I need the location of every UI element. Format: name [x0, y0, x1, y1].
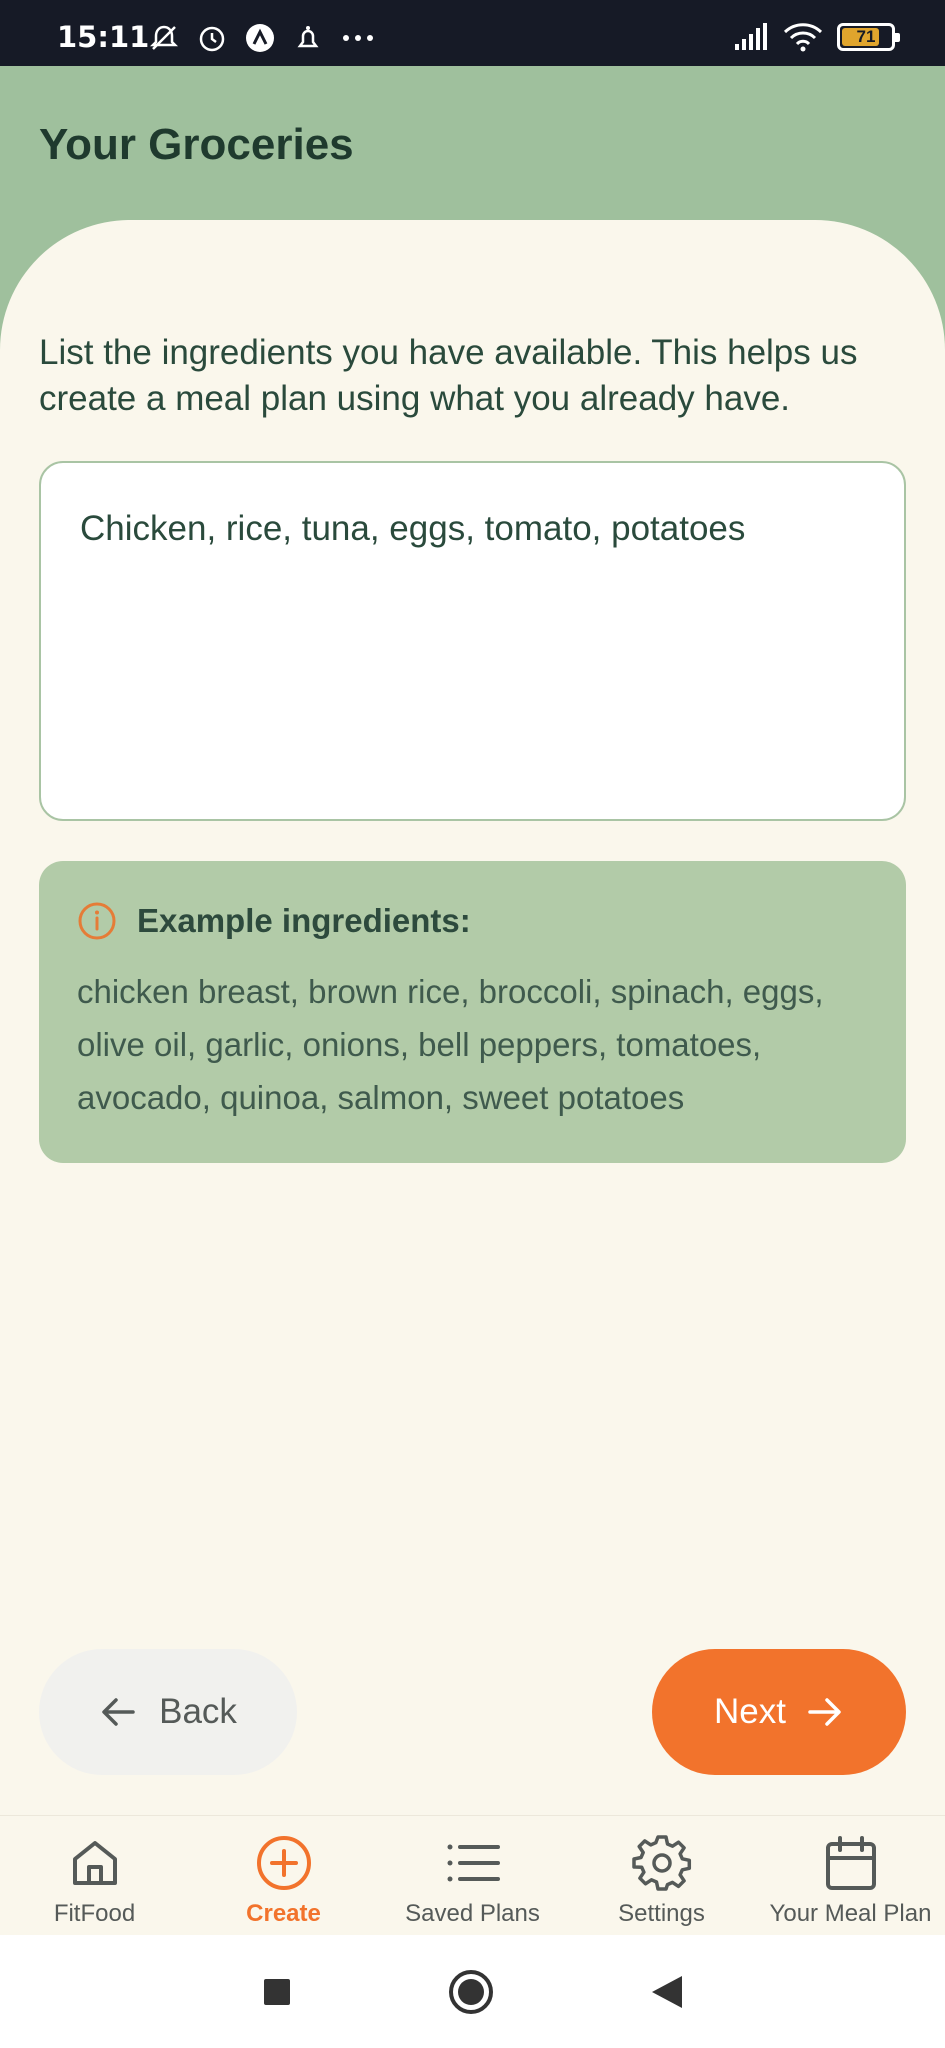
- signal-icon: [735, 23, 767, 50]
- arrow-right-icon: [808, 1698, 841, 1726]
- alarm-icon: [199, 26, 225, 52]
- home-circle-icon[interactable]: [447, 1968, 495, 2016]
- battery-level: 71: [856, 27, 876, 46]
- gear-icon: [631, 1835, 691, 1891]
- nav-label-settings: Settings: [618, 1900, 705, 1927]
- bell-muted-icon: [149, 25, 179, 50]
- status-icons-left: [148, 22, 376, 54]
- nav-item-your-meal-plan[interactable]: Your Meal Plan: [756, 1816, 945, 1936]
- plus-circle-icon: [256, 1836, 311, 1890]
- back-triangle-icon[interactable]: [650, 1974, 684, 2010]
- system-nav-bar: [0, 1935, 945, 2048]
- nav-item-create[interactable]: Create: [189, 1816, 378, 1936]
- example-text: chicken breast, brown rice, broccoli, sp…: [77, 973, 824, 1116]
- ingredients-input[interactable]: Chicken, rice, tuna, eggs, tomato, potat…: [39, 461, 906, 821]
- nav-label-create: Create: [246, 1900, 321, 1927]
- more-icon: [343, 35, 373, 41]
- info-icon: [78, 902, 116, 940]
- next-button[interactable]: Next: [652, 1649, 906, 1775]
- page-title: Your Groceries: [39, 120, 354, 169]
- nav-item-fitfood[interactable]: FitFood: [0, 1816, 189, 1936]
- battery-icon: 71: [837, 23, 900, 51]
- nav-label-saved-plans: Saved Plans: [405, 1900, 540, 1927]
- nav-item-settings[interactable]: Settings: [567, 1816, 756, 1936]
- nav-item-saved-plans[interactable]: Saved Plans: [378, 1816, 567, 1936]
- arrow-left-icon: [102, 1698, 135, 1726]
- reminder-icon: [297, 26, 319, 48]
- wifi-icon: [783, 23, 823, 52]
- status-time: 15:11: [57, 20, 150, 54]
- nav-label-your-meal-plan: Your Meal Plan: [769, 1900, 932, 1927]
- back-label: Back: [159, 1692, 237, 1731]
- recents-icon[interactable]: [262, 1977, 292, 2007]
- example-title: Example ingredients:: [137, 902, 471, 939]
- example-header: Example ingredients:: [77, 901, 471, 941]
- home-icon: [72, 1841, 117, 1885]
- back-button[interactable]: Back: [39, 1649, 297, 1775]
- bottom-nav: FitFood Create Saved Plans Settings Your…: [0, 1815, 945, 1935]
- calendar-icon: [825, 1836, 876, 1890]
- list-icon: [447, 1844, 500, 1882]
- intro-text: List the ingredients you have available.…: [39, 333, 858, 418]
- status-bar: 15:11 71: [0, 0, 945, 66]
- example-ingredients-card: Example ingredients: chicken breast, bro…: [39, 861, 906, 1163]
- status-icons-right: 71: [733, 22, 900, 52]
- nav-label-fitfood: FitFood: [53, 1900, 136, 1927]
- app-notification-icon: [246, 24, 274, 52]
- next-label: Next: [714, 1692, 786, 1731]
